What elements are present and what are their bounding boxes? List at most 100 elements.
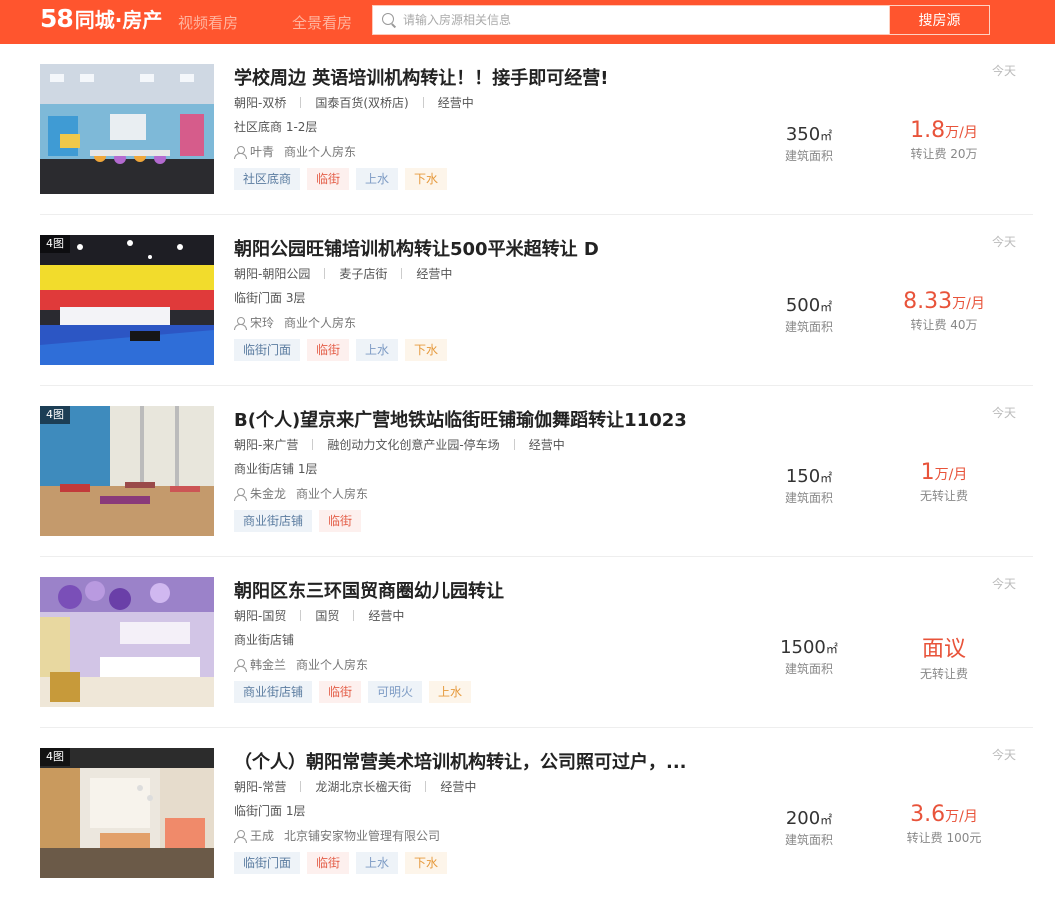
contact-role: 北京铺安家物业管理有限公司 — [284, 829, 441, 843]
area-value: 150 — [785, 466, 821, 487]
user-icon — [234, 145, 247, 159]
area-label: 建筑面积 — [784, 491, 833, 505]
area-unit: ㎡ — [820, 300, 833, 314]
nav-panorama-tour[interactable]: 全景看房 — [292, 12, 352, 33]
listing-thumbnail[interactable]: 4图 — [40, 406, 214, 536]
listing-location[interactable]: 国泰百货(双桥店) — [315, 94, 408, 111]
art-studio-photo — [40, 748, 214, 878]
listing-location[interactable]: 国贸 — [315, 607, 339, 624]
tag: 上水 — [356, 852, 399, 874]
listing-item[interactable]: 朝阳区东三环国贸商圈幼儿园转让 朝阳-国贸 国贸 经营中 商业街店铺 韩金兰 商… — [40, 557, 1033, 728]
listing-contact: 叶青 商业个人房东 — [234, 143, 356, 160]
search-button[interactable]: 搜房源 — [889, 5, 990, 35]
listing-thumbnail[interactable] — [40, 577, 214, 707]
meta-divider — [353, 610, 355, 621]
listing-tags: 商业街店铺 临街 可明火 上水 — [234, 681, 478, 703]
listing-type: 临街门面 3层 — [234, 291, 306, 305]
meta-divider — [513, 439, 515, 450]
price-value: 8.33 — [903, 289, 953, 314]
contact-name: 宋玲 — [250, 316, 275, 330]
listing-location[interactable]: 融创动力文化创意产业园-停车场 — [327, 436, 499, 453]
listing-price: 1.8万/月 转让费 20万 — [885, 118, 1003, 162]
listing-thumbnail[interactable] — [40, 64, 214, 194]
listing-title[interactable]: B(个人)望京来广营地铁站临街旺铺瑜伽舞蹈转让11023 — [234, 406, 687, 432]
search-input[interactable] — [403, 13, 873, 27]
price-unit: 万/月 — [945, 125, 978, 141]
nav-video-tour[interactable]: 视频看房 — [178, 12, 238, 33]
user-icon — [234, 316, 247, 330]
tag: 下水 — [405, 339, 448, 361]
listing-title[interactable]: 学校周边 英语培训机构转让！！接手即可经营! — [234, 64, 608, 90]
listing-type: 临街门面 1层 — [234, 804, 306, 818]
listing-date: 今天 — [991, 406, 1016, 420]
tag: 可明火 — [368, 681, 423, 703]
area-value: 200 — [785, 808, 821, 829]
listing-district[interactable]: 朝阳-朝阳公园 — [234, 265, 310, 282]
tag: 临街 — [307, 852, 350, 874]
listing-item[interactable]: 4图 朝阳公园旺铺培训机构转让500平米超转让 D 朝阳-朝阳公园 麦子店街 经… — [40, 215, 1033, 386]
listing-title[interactable]: 朝阳区东三环国贸商圈幼儿园转让 — [234, 577, 504, 603]
tag: 临街 — [307, 339, 350, 361]
area-unit: ㎡ — [820, 813, 833, 827]
area-label: 建筑面积 — [784, 662, 833, 676]
area-label: 建筑面积 — [784, 320, 833, 334]
listing-area: 150㎡ 建筑面积 — [770, 466, 848, 506]
listing-item[interactable]: 4图 （个人）朝阳常营美术培训机构转让，公司照可过户，... 朝阳-常营 龙湖北… — [40, 728, 1033, 897]
tag: 临街门面 — [234, 852, 301, 874]
meta-divider — [312, 439, 314, 450]
tag: 商业街店铺 — [234, 510, 313, 532]
area-value: 500 — [785, 295, 821, 316]
listing-meta: 朝阳-国贸 国贸 经营中 — [234, 607, 404, 624]
listing-status: 经营中 — [528, 438, 565, 452]
listing-status: 经营中 — [416, 267, 453, 281]
site-logo[interactable]: 58 同城·房产 — [40, 4, 162, 34]
listing-item[interactable]: 4图 B(个人)望京来广营地铁站临街旺铺瑜伽舞蹈转让11023 朝阳-来广营 融… — [40, 386, 1033, 557]
contact-role: 商业个人房东 — [296, 487, 369, 501]
price-unit: 万/月 — [952, 296, 985, 312]
listing-location[interactable]: 麦子店街 — [339, 265, 387, 282]
area-label: 建筑面积 — [784, 149, 833, 163]
listing-price: 8.33万/月 转让费 40万 — [885, 289, 1003, 333]
tag: 临街 — [319, 510, 362, 532]
listing-title[interactable]: （个人）朝阳常营美术培训机构转让，公司照可过户，... — [234, 748, 687, 774]
listing-location[interactable]: 龙湖北京长楹天街 — [315, 778, 411, 795]
listing-district[interactable]: 朝阳-常营 — [234, 778, 286, 795]
listing-title[interactable]: 朝阳公园旺铺培训机构转让500平米超转让 D — [234, 235, 599, 261]
listing-tags: 社区底商 临街 上水 下水 — [234, 168, 454, 190]
price-value: 3.6 — [910, 802, 946, 827]
tag: 临街 — [307, 168, 350, 190]
meta-divider — [324, 268, 326, 279]
transfer-fee: 转让费 40万 — [910, 318, 978, 332]
listing-area: 200㎡ 建筑面积 — [770, 808, 848, 848]
tag: 上水 — [429, 681, 472, 703]
listing-item[interactable]: 学校周边 英语培训机构转让！！接手即可经营! 朝阳-双桥 国泰百货(双桥店) 经… — [40, 44, 1033, 215]
meta-divider — [300, 610, 302, 621]
listing-list: 学校周边 英语培训机构转让！！接手即可经营! 朝阳-双桥 国泰百货(双桥店) 经… — [40, 44, 1033, 897]
listing-meta: 朝阳-双桥 国泰百货(双桥店) 经营中 — [234, 94, 474, 111]
listing-district[interactable]: 朝阳-双桥 — [234, 94, 286, 111]
listing-date: 今天 — [991, 235, 1016, 249]
listing-district[interactable]: 朝阳-来广营 — [234, 436, 298, 453]
price-value: 1 — [920, 460, 935, 485]
picture-count-badge: 4图 — [40, 748, 70, 766]
transfer-fee: 转让费 20万 — [910, 147, 978, 161]
area-label: 建筑面积 — [784, 833, 833, 847]
listing-date: 今天 — [991, 577, 1016, 591]
logo-text: 同城·房产 — [74, 8, 163, 32]
search-icon — [382, 12, 397, 28]
user-icon — [234, 829, 247, 843]
price-value: 面议 — [921, 637, 966, 662]
listing-thumbnail[interactable]: 4图 — [40, 235, 214, 365]
listing-thumbnail[interactable]: 4图 — [40, 748, 214, 878]
listing-contact: 韩金兰 商业个人房东 — [234, 656, 368, 673]
listing-type: 商业街店铺 1层 — [234, 462, 318, 476]
classroom-photo — [40, 64, 214, 194]
contact-role: 商业个人房东 — [284, 316, 357, 330]
picture-count-badge: 4图 — [40, 235, 70, 253]
yoga-studio-photo — [40, 406, 214, 536]
listing-status: 经营中 — [440, 780, 477, 794]
user-icon — [234, 487, 247, 501]
contact-role: 商业个人房东 — [296, 658, 369, 672]
listing-meta: 朝阳-来广营 融创动力文化创意产业园-停车场 经营中 — [234, 436, 565, 453]
listing-district[interactable]: 朝阳-国贸 — [234, 607, 286, 624]
